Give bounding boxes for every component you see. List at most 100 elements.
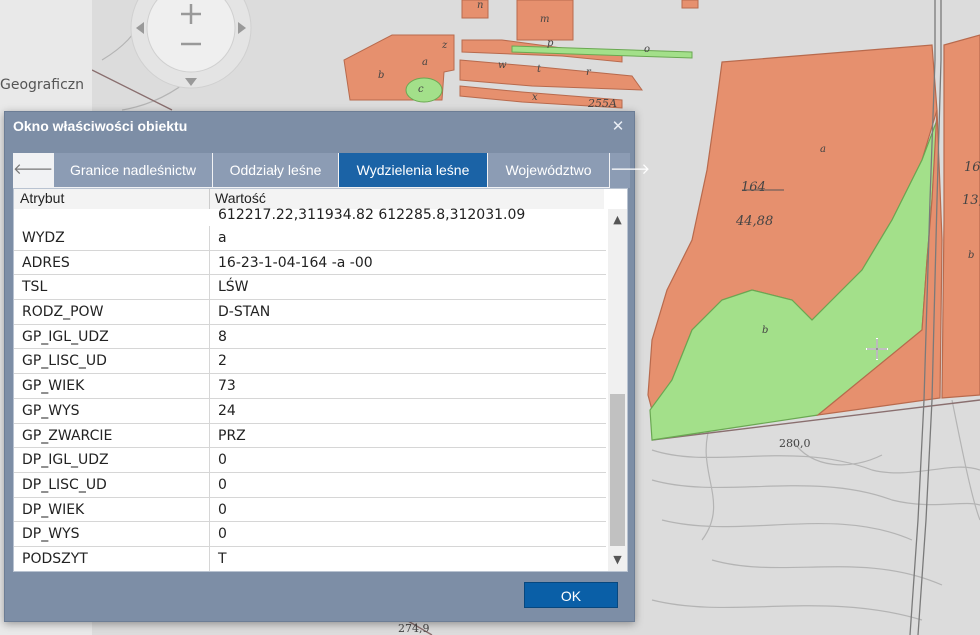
cell-divider [209, 522, 210, 546]
map-label-44-88: 44,88 [735, 214, 773, 229]
cell-divider [209, 250, 210, 275]
attribute-name: DP_LISC_UD [22, 476, 107, 493]
attribute-value: D-STAN [218, 304, 271, 321]
attribute-value: 16-23-1-04-164 -a -00 [218, 254, 373, 271]
attribute-name: GP_WIEK [22, 378, 85, 395]
scrollbar-thumb[interactable] [610, 394, 625, 546]
attribute-value: T [218, 550, 227, 567]
attribute-name: DP_IGL_UDZ [22, 452, 109, 469]
attribute-name: GP_WYS [22, 402, 80, 419]
table-row[interactable]: GP_ZWARCIE PRZ [14, 423, 606, 449]
map-label-13: 13, [962, 193, 980, 208]
map-label-b-left: b [378, 70, 384, 81]
table-row[interactable]: TSL LŚW [14, 275, 606, 301]
map-label-c: c [418, 84, 424, 95]
tab-bar: 🡐 Granice nadleśnictw Oddziały leśne Wyd… [13, 153, 650, 188]
map-label-255a: 255A [587, 97, 617, 110]
attribute-value: 0 [218, 526, 227, 543]
attribute-value: 73 [218, 378, 236, 395]
attribute-name: DP_WIEK [22, 501, 85, 518]
cell-divider [209, 300, 210, 324]
tab-wydzielenia-lesne[interactable]: Wydzielenia leśne [339, 153, 488, 187]
arrow-right-icon[interactable]: 🡒 [610, 153, 650, 188]
attribute-name: ADRES [22, 254, 70, 271]
map-label-280: 280,0 [779, 437, 811, 450]
attribute-name: GP_ZWARCIE [22, 427, 113, 444]
cell-divider [209, 497, 210, 522]
attribute-value: 0 [218, 452, 227, 469]
attribute-value: LŚW [218, 279, 249, 296]
attribute-value: 0 [218, 501, 227, 518]
attribute-name: PODSZYT [22, 550, 88, 567]
partial-value-text: 612217.22,311934.82 612285.8,312031.09 [218, 207, 526, 223]
column-header-value: Wartość [215, 190, 266, 206]
attribute-value: a [218, 230, 227, 246]
table-row[interactable]: GP_LISC_UD 2 [14, 349, 606, 375]
map-label-b-right: b [968, 250, 974, 261]
map-label-o: o [644, 44, 650, 55]
table-row[interactable]: GP_WYS 24 [14, 398, 606, 424]
cell-divider [209, 324, 210, 349]
cell-divider [209, 423, 210, 448]
crosshair-icon [866, 338, 888, 360]
attributes-table: Atrybut Wartość 612217.22,311934.82 6122… [13, 188, 628, 572]
table-row[interactable]: PODSZYT T [14, 546, 606, 571]
map-label-m: m [540, 14, 549, 25]
table-row[interactable]: DP_WIEK 0 [14, 497, 606, 523]
table-row[interactable]: WYDZ a [14, 226, 606, 251]
tab-oddzialy-lesne[interactable]: Oddziały leśne [213, 153, 339, 187]
cell-divider [209, 398, 210, 423]
side-panel-label: Geograficzn [0, 77, 84, 93]
dialog-title: Okno właściwości obiektu [13, 118, 188, 134]
attribute-name: GP_IGL_UDZ [22, 328, 109, 345]
table-row[interactable]: ADRES 16-23-1-04-164 -a -00 [14, 250, 606, 276]
table-row[interactable]: GP_WIEK 73 [14, 374, 606, 399]
table-row[interactable]: DP_WYS 0 [14, 522, 606, 547]
table-body: WYDZ a ADRES 16-23-1-04-164 -a -00 TSL LŚW ROD… [14, 226, 606, 571]
map-nav-control[interactable] [128, 0, 254, 92]
attribute-name: WYDZ [22, 230, 65, 246]
map-label-b-green: b [762, 325, 768, 336]
map-label-a-big: a [820, 144, 826, 155]
attribute-name: DP_WYS [22, 526, 80, 543]
close-icon[interactable]: ✕ [610, 119, 626, 135]
table-row[interactable]: DP_IGL_UDZ 0 [14, 448, 606, 473]
cell-divider [209, 546, 210, 571]
map-label-n: n [477, 0, 483, 11]
chevron-down-icon[interactable]: ▼ [608, 551, 627, 569]
attribute-name: RODZ_POW [22, 304, 104, 321]
map-label-274: 274,9 [398, 622, 430, 635]
object-properties-dialog: Okno właściwości obiektu ✕ 🡐 Granice nad… [4, 111, 650, 622]
map-label-a-left: a [422, 57, 428, 68]
vertical-scrollbar[interactable]: ▲ ▼ [608, 209, 627, 571]
map-label-164: 164 [741, 180, 766, 195]
table-row[interactable]: DP_LISC_UD 0 [14, 472, 606, 498]
cell-divider [209, 349, 210, 374]
map-label-p: p [547, 38, 554, 49]
attribute-name: GP_LISC_UD [22, 353, 107, 370]
map-label-x: x [532, 92, 538, 103]
tab-wojewodztwo[interactable]: Województwo [488, 153, 610, 187]
attribute-value: 0 [218, 476, 227, 493]
arrow-left-icon[interactable]: 🡐 [13, 153, 53, 188]
cell-divider [209, 374, 210, 398]
attribute-value: 2 [218, 353, 227, 370]
attribute-value: PRZ [218, 427, 246, 444]
header-divider [209, 189, 210, 209]
table-row[interactable]: RODZ_POW D-STAN [14, 300, 606, 325]
cell-divider [209, 275, 210, 300]
map-label-w: w [498, 60, 507, 71]
cell-divider [209, 448, 210, 472]
column-header-attribute: Atrybut [20, 190, 65, 206]
attribute-name: TSL [22, 279, 48, 296]
map-label-16: 16 [964, 160, 980, 175]
attribute-value: 8 [218, 328, 227, 345]
cell-divider [209, 472, 210, 497]
cell-divider [209, 226, 210, 250]
table-row[interactable]: GP_IGL_UDZ 8 [14, 324, 606, 350]
chevron-up-icon[interactable]: ▲ [608, 211, 627, 229]
attribute-value: 24 [218, 402, 236, 419]
ok-button[interactable]: OK [524, 582, 618, 608]
tab-granice-nadlesnictw[interactable]: Granice nadleśnictw [54, 153, 213, 187]
map-label-z: z [441, 40, 448, 51]
